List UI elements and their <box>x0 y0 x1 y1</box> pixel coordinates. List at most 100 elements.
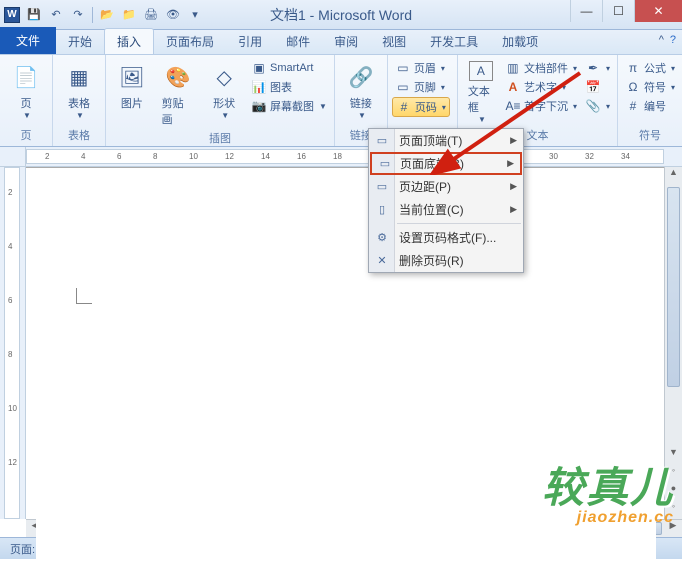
wordart-button[interactable]: A艺术字▾ <box>502 78 580 96</box>
qat-preview[interactable]: 👁 <box>163 5 183 25</box>
submenu-arrow-icon: ▶ <box>510 181 517 192</box>
smartart-label: SmartArt <box>270 62 313 74</box>
shapes-button[interactable]: ◇形状▼ <box>202 59 246 122</box>
scroll-right-icon[interactable]: ▶ <box>664 520 682 537</box>
page-margin-icon: ▭ <box>374 179 390 195</box>
smartart-button[interactable]: ▣SmartArt <box>248 59 330 77</box>
clipart-icon: 🎨 <box>162 61 194 93</box>
qat-new[interactable]: 📁 <box>119 5 139 25</box>
menu-format-page-numbers[interactable]: ⚙ 设置页码格式(F)... <box>369 226 523 249</box>
format-icon: ⚙ <box>374 230 390 246</box>
tab-file[interactable]: 文件 <box>0 27 56 54</box>
group-illustrations-label: 插图 <box>110 129 330 147</box>
chart-label: 图表 <box>270 79 292 95</box>
tab-page-layout[interactable]: 页面布局 <box>154 29 226 54</box>
scroll-down-icon[interactable]: ▼ <box>665 447 682 465</box>
textbox-button[interactable]: A文本框▼ <box>462 59 500 126</box>
footer-icon: ▭ <box>395 79 411 95</box>
tab-mailings[interactable]: 邮件 <box>274 29 322 54</box>
group-illustrations: 🖼图片 🎨剪贴画 ◇形状▼ ▣SmartArt 📊图表 📷屏幕截图▼ 插图 <box>106 55 335 146</box>
tab-home[interactable]: 开始 <box>56 29 104 54</box>
pages-button[interactable]: 📄 页▼ <box>4 59 48 122</box>
signature-button[interactable]: ✒▾ <box>582 59 613 77</box>
qat-open[interactable]: 📂 <box>97 5 117 25</box>
submenu-arrow-icon: ▶ <box>507 158 514 169</box>
close-button[interactable]: ✕ <box>634 0 682 22</box>
equation-button[interactable]: π公式▾ <box>622 59 678 77</box>
page-icon: 📄 <box>10 61 42 93</box>
number-button[interactable]: #编号 <box>622 97 678 115</box>
maximize-button[interactable]: ☐ <box>602 0 634 22</box>
browse-object-icon[interactable]: ● <box>665 483 682 501</box>
minimize-ribbon-icon[interactable]: ^ <box>659 34 664 46</box>
textbox-icon: A <box>469 61 493 81</box>
menu-current-position[interactable]: ▯ 当前位置(C) ▶ <box>369 198 523 221</box>
screenshot-button[interactable]: 📷屏幕截图▼ <box>248 97 330 115</box>
browse-next-icon[interactable]: ◦ <box>665 501 682 519</box>
qat-undo[interactable]: ↶ <box>46 5 66 25</box>
header-icon: ▭ <box>395 60 411 76</box>
tab-review[interactable]: 审阅 <box>322 29 370 54</box>
quickparts-button[interactable]: ▥文档部件▾ <box>502 59 580 77</box>
equation-icon: π <box>625 60 641 76</box>
header-button[interactable]: ▭页眉▾ <box>392 59 450 77</box>
smartart-icon: ▣ <box>251 60 267 76</box>
scroll-v-thumb[interactable] <box>667 187 680 387</box>
help-icon[interactable]: ? <box>670 34 676 46</box>
object-button[interactable]: 📎▾ <box>582 97 613 115</box>
ribbon: 📄 页▼ 页 ▦ 表格▼ 表格 🖼图片 🎨剪贴画 ◇形状▼ ▣SmartArt … <box>0 55 682 147</box>
scrollbar-vertical[interactable]: ▲ ▼ ◦ ● ◦ <box>664 167 682 519</box>
tab-references[interactable]: 引用 <box>226 29 274 54</box>
remove-icon: ✕ <box>374 253 390 269</box>
datetime-button[interactable]: 📅 <box>582 78 613 96</box>
quickparts-icon: ▥ <box>505 60 521 76</box>
symbol-icon: Ω <box>625 79 641 95</box>
tab-addins[interactable]: 加载项 <box>490 29 550 54</box>
menu-bottom-label: 页面底端(B) <box>400 155 464 172</box>
ruler-horizontal[interactable]: 246810121416182022242628303234 <box>26 149 664 164</box>
menu-page-margins[interactable]: ▭ 页边距(P) ▶ <box>369 175 523 198</box>
menu-bottom-of-page[interactable]: ▭ 页面底端(B) ▶ <box>370 152 522 175</box>
minimize-button[interactable]: — <box>570 0 602 22</box>
menu-top-label: 页面顶端(T) <box>399 132 462 149</box>
screenshot-label: 屏幕截图 <box>270 98 314 114</box>
shapes-label: 形状 <box>213 95 235 111</box>
tab-developer[interactable]: 开发工具 <box>418 29 490 54</box>
dropcap-button[interactable]: A≡首字下沉▾ <box>502 97 580 115</box>
document-page[interactable] <box>36 174 656 574</box>
group-pages: 📄 页▼ 页 <box>0 55 53 146</box>
menu-separator <box>397 223 521 224</box>
chart-icon: 📊 <box>251 79 267 95</box>
number-label: 编号 <box>644 98 666 114</box>
document-viewport[interactable] <box>26 167 664 519</box>
qat-separator <box>92 7 93 23</box>
equation-label: 公式 <box>644 60 666 76</box>
links-button[interactable]: 🔗链接▼ <box>339 59 383 122</box>
table-button[interactable]: ▦ 表格▼ <box>57 59 101 122</box>
ribbon-help: ^ ? <box>659 34 676 46</box>
table-icon: ▦ <box>63 61 95 93</box>
qat-print[interactable]: 🖨 <box>141 5 161 25</box>
page-number-button[interactable]: #页码▾ <box>392 97 450 117</box>
symbol-button[interactable]: Ω符号▾ <box>622 78 678 96</box>
qat-more[interactable]: ▾ <box>185 5 205 25</box>
clipart-button[interactable]: 🎨剪贴画 <box>156 59 201 129</box>
footer-button[interactable]: ▭页脚▾ <box>392 78 450 96</box>
qat-save[interactable]: 💾 <box>24 5 44 25</box>
cursor-indicator <box>76 288 92 304</box>
tab-view[interactable]: 视图 <box>370 29 418 54</box>
menu-remove-page-numbers[interactable]: ✕ 删除页码(R) <box>369 249 523 272</box>
picture-button[interactable]: 🖼图片 <box>110 59 154 113</box>
chart-button[interactable]: 📊图表 <box>248 78 330 96</box>
symbol-label: 符号 <box>644 79 666 95</box>
tab-insert[interactable]: 插入 <box>104 28 154 54</box>
scroll-up-icon[interactable]: ▲ <box>665 167 682 185</box>
menu-top-of-page[interactable]: ▭ 页面顶端(T) ▶ <box>369 129 523 152</box>
ruler-vertical[interactable]: 24681012 <box>0 167 26 519</box>
page-bottom-icon: ▭ <box>377 156 393 172</box>
dropcap-label: 首字下沉 <box>524 98 568 114</box>
footer-label: 页脚 <box>414 79 436 95</box>
browse-prev-icon[interactable]: ◦ <box>665 465 682 483</box>
pages-label: 页 <box>21 95 32 111</box>
qat-redo[interactable]: ↷ <box>68 5 88 25</box>
